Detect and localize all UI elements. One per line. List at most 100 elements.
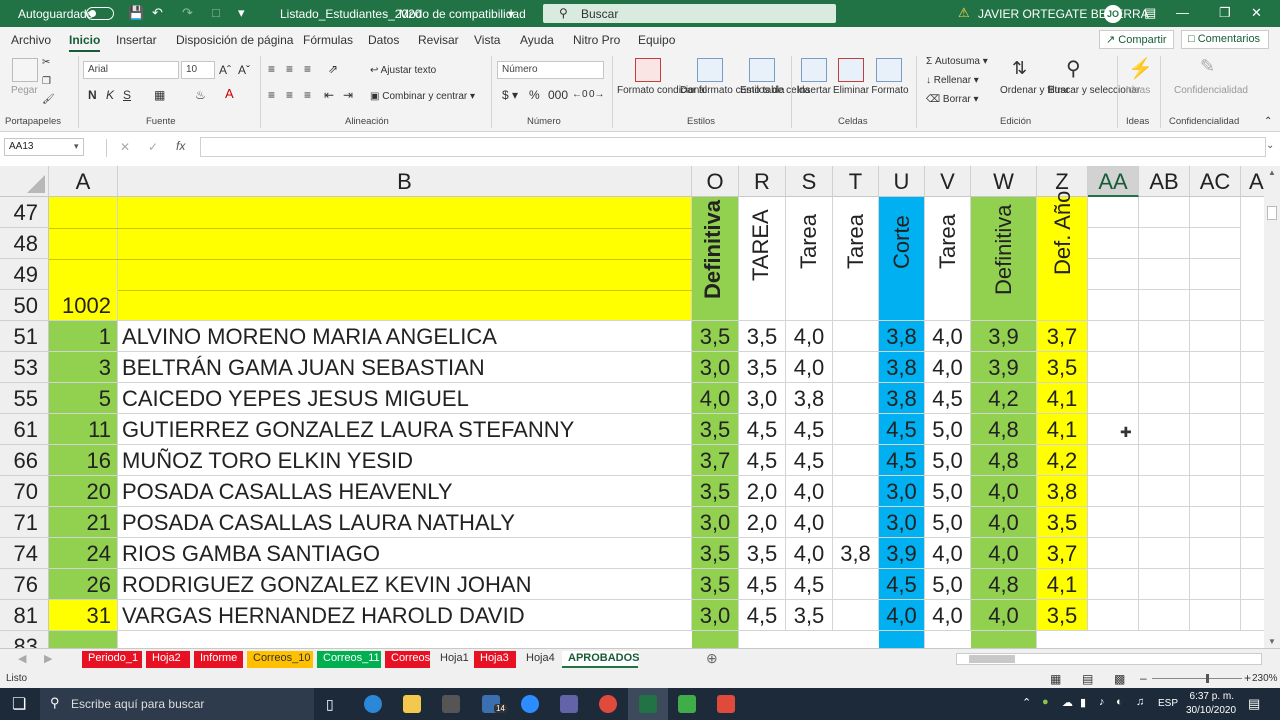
page-layout-icon[interactable]: ▤ xyxy=(1082,672,1093,686)
grade-cell-t[interactable] xyxy=(833,445,879,476)
grade-cell-r[interactable]: 3,5 xyxy=(739,321,786,352)
grade-cell-r[interactable]: 4,5 xyxy=(739,414,786,445)
student-number-cell[interactable]: 1 xyxy=(49,321,118,352)
grid-cell[interactable] xyxy=(1241,476,1264,507)
zoom-level[interactable]: 230% xyxy=(1252,673,1278,684)
grade-cell-u[interactable]: 4,5 xyxy=(879,569,925,600)
grade-cell-v[interactable]: 5,0 xyxy=(925,569,971,600)
grid-cell[interactable] xyxy=(1139,507,1190,538)
grade-cell-s[interactable]: 4,5 xyxy=(786,569,833,600)
user-name[interactable]: JAVIER ORTEGATE BECERRA xyxy=(978,7,1149,21)
row-header[interactable]: 76 xyxy=(0,569,49,600)
column-header-aa[interactable]: AA xyxy=(1088,166,1139,197)
ribbon-display-icon[interactable]: ▤ xyxy=(1144,5,1156,21)
paste-icon[interactable] xyxy=(12,58,38,82)
grid-cell[interactable] xyxy=(692,631,739,648)
grade-cell-v[interactable]: 4,0 xyxy=(925,538,971,569)
clear-button[interactable]: ⌫ Borrar ▾ xyxy=(926,94,979,105)
student-number-cell[interactable]: 24 xyxy=(49,538,118,569)
grade-cell-o[interactable]: 3,5 xyxy=(692,538,739,569)
grid-cell[interactable] xyxy=(1241,352,1264,383)
ideas-button[interactable]: Ideas xyxy=(1120,85,1156,97)
decrease-indent-icon[interactable]: ⇤ xyxy=(324,88,334,102)
grade-cell-r[interactable]: 3,0 xyxy=(739,383,786,414)
align-left-icon[interactable]: ≡ xyxy=(268,88,275,102)
course-code-cell[interactable]: 1002 xyxy=(49,290,118,321)
student-name-cell[interactable]: VARGAS HERNANDEZ HAROLD DAVID xyxy=(118,600,692,631)
grid-cell[interactable] xyxy=(1190,445,1241,476)
cancel-icon[interactable]: ✕ xyxy=(120,140,130,154)
tray-app-icon[interactable]: ● xyxy=(1042,696,1049,708)
column-header-ac[interactable]: AC xyxy=(1190,166,1241,197)
grid-cell[interactable] xyxy=(1088,445,1139,476)
restore-icon[interactable]: ❐ xyxy=(1219,5,1231,21)
sheet-tab[interactable]: APROBADOS xyxy=(562,651,640,668)
grade-cell-u[interactable]: 3,0 xyxy=(879,507,925,538)
student-number-cell[interactable]: 31 xyxy=(49,600,118,631)
grade-cell-w[interactable]: 4,8 xyxy=(971,445,1037,476)
page-break-icon[interactable]: ▩ xyxy=(1114,672,1125,686)
delete-cells-button[interactable]: Eliminar xyxy=(832,85,870,97)
insert-cells-button[interactable]: Insertar xyxy=(796,85,832,97)
grade-cell-o[interactable]: 3,7 xyxy=(692,445,739,476)
student-number-cell[interactable]: 26 xyxy=(49,569,118,600)
grade-cell-u[interactable]: 3,8 xyxy=(879,321,925,352)
next-sheet-icon[interactable]: ▶ xyxy=(44,652,52,665)
notifications-icon[interactable]: ▤ xyxy=(1248,696,1260,712)
sheet-tab[interactable]: Correos_10 xyxy=(247,651,313,668)
zoom-slider[interactable] xyxy=(1152,678,1242,679)
grade-cell-o[interactable]: 3,5 xyxy=(692,414,739,445)
column-header-w[interactable]: W xyxy=(971,166,1037,197)
decrease-decimal-icon[interactable]: 0→ xyxy=(589,89,605,100)
grade-cell-u[interactable]: 4,5 xyxy=(879,445,925,476)
student-number-cell[interactable]: 21 xyxy=(49,507,118,538)
sheet-tab[interactable]: Hoja3 xyxy=(474,651,516,668)
grid-cell[interactable] xyxy=(1190,414,1241,445)
vertical-scrollbar[interactable]: ▲ ▼ xyxy=(1264,166,1280,648)
normal-view-icon[interactable]: ▦ xyxy=(1050,672,1061,686)
grade-cell-v[interactable]: 4,0 xyxy=(925,352,971,383)
fill-button[interactable]: ↓ Rellenar ▾ xyxy=(926,75,979,86)
grid-cell[interactable] xyxy=(1139,228,1190,259)
redo-icon[interactable]: ↷ xyxy=(182,5,193,21)
grid-cell[interactable] xyxy=(1139,476,1190,507)
sheet-tab[interactable]: Periodo_1 xyxy=(82,651,142,668)
camtasia-icon[interactable] xyxy=(678,695,696,713)
tray-chevron-icon[interactable]: ⌃ xyxy=(1022,696,1031,709)
grade-cell-t[interactable] xyxy=(833,476,879,507)
scroll-up-icon[interactable]: ▲ xyxy=(1268,168,1276,177)
grade-cell-t[interactable] xyxy=(833,321,879,352)
volume-icon[interactable]: ♫ xyxy=(1136,696,1144,708)
increase-decimal-icon[interactable]: ←0 xyxy=(572,89,588,100)
student-number-cell[interactable]: 20 xyxy=(49,476,118,507)
grade-cell-t[interactable] xyxy=(833,569,879,600)
grade-cell-r[interactable]: 3,5 xyxy=(739,352,786,383)
microphone-icon[interactable]: ♪ xyxy=(1099,696,1105,708)
tab-ayuda[interactable]: Ayuda xyxy=(520,33,554,47)
grade-cell-s[interactable]: 4,0 xyxy=(786,352,833,383)
grade-cell-s[interactable]: 3,5 xyxy=(786,600,833,631)
share-button[interactable]: ↗ Compartir xyxy=(1099,30,1174,49)
grade-cell-r[interactable]: 2,0 xyxy=(739,476,786,507)
student-number-cell[interactable]: 16 xyxy=(49,445,118,476)
tab-nitro[interactable]: Nitro Pro xyxy=(573,33,620,47)
enter-icon[interactable]: ✓ xyxy=(148,140,158,154)
column-header-ad[interactable]: A xyxy=(1241,166,1264,197)
prev-sheet-icon[interactable]: ◀ xyxy=(18,652,26,665)
grid-cell[interactable] xyxy=(1190,476,1241,507)
grade-cell-t[interactable] xyxy=(833,383,879,414)
font-color-icon[interactable]: A xyxy=(225,86,234,101)
row-header[interactable]: 55 xyxy=(0,383,49,414)
taskbar-search[interactable]: ⚲ Escribe aquí para buscar xyxy=(40,688,314,720)
excel-icon[interactable] xyxy=(639,695,657,713)
grid-cell[interactable] xyxy=(1088,259,1139,290)
table-format-button[interactable]: Dar formato como tabla xyxy=(680,85,785,97)
align-bottom-icon[interactable]: ≡ xyxy=(304,62,311,76)
grade-cell-t[interactable] xyxy=(833,600,879,631)
row-header[interactable]: 66 xyxy=(0,445,49,476)
grade-cell-v[interactable]: 4,5 xyxy=(925,383,971,414)
grade-cell-o[interactable]: 3,5 xyxy=(692,321,739,352)
italic-button[interactable]: K xyxy=(106,88,114,102)
grade-cell-s[interactable]: 4,0 xyxy=(786,507,833,538)
collapse-ribbon-icon[interactable]: ⌃ xyxy=(1264,116,1272,127)
